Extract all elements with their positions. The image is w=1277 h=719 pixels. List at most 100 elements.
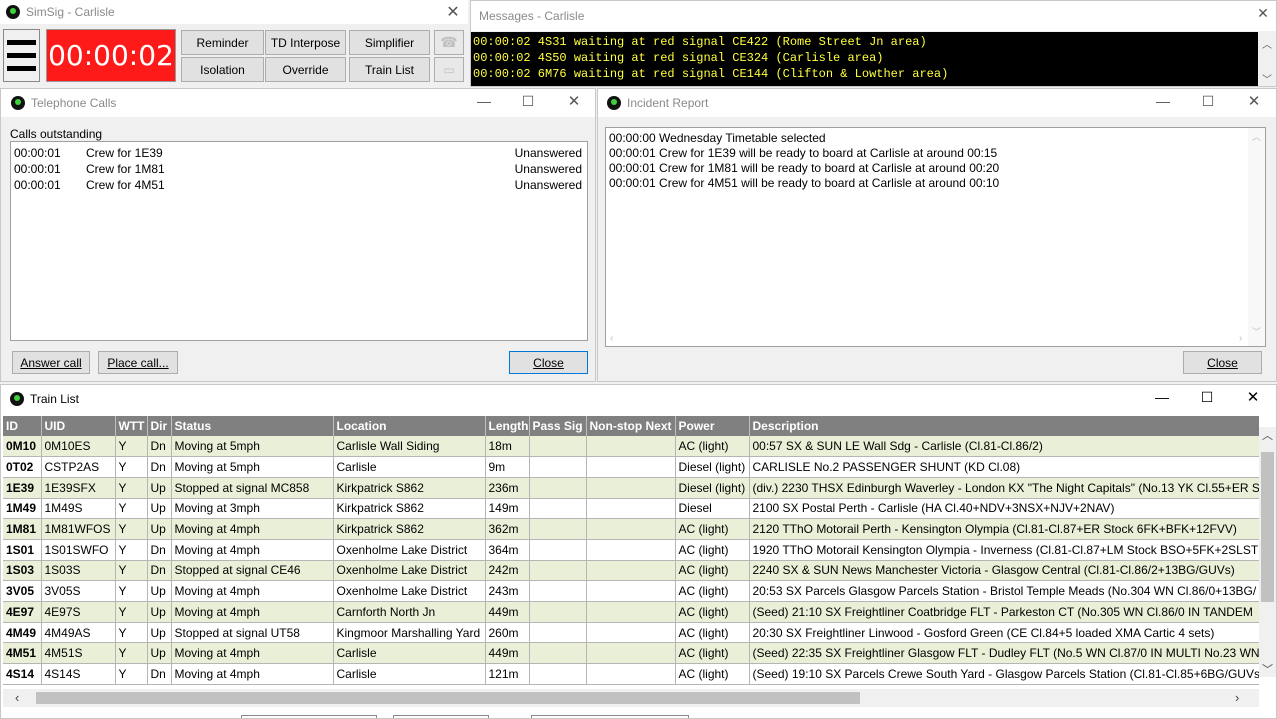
column-header-status[interactable]: Status	[171, 416, 334, 436]
close-icon[interactable]: ✕	[1249, 1, 1276, 25]
column-header-non-stop-next[interactable]: Non-stop Next	[586, 416, 676, 436]
cell-pass-sig	[529, 663, 587, 685]
table-row[interactable]: 1M49 1M49S Y Up Moving at 3mph Kirkpatrick S8…	[3, 498, 1259, 520]
calls-list[interactable]: 00:00:01 Crew for 1E39 Unanswered 00:00:…	[10, 141, 588, 341]
maximize-icon[interactable]: ☐	[1184, 385, 1230, 409]
column-header-power[interactable]: Power	[675, 416, 750, 436]
close-button[interactable]: Close	[1183, 351, 1262, 374]
menu-button[interactable]	[3, 29, 40, 82]
close-button[interactable]: Close	[509, 351, 588, 374]
cell-status: Moving at 4mph	[171, 663, 334, 685]
answer-call-button[interactable]: Answer call	[12, 351, 90, 374]
chevron-right-icon[interactable]: ›	[1235, 690, 1239, 705]
footer-field[interactable]	[393, 715, 489, 718]
minimize-icon[interactable]: —	[1139, 385, 1185, 409]
scroll-thumb[interactable]	[36, 692, 860, 704]
cell-non-stop-next	[586, 477, 676, 499]
column-header-description[interactable]: Description	[749, 416, 1259, 436]
incident-log[interactable]: 00:00:00 Wednesday Timetable selected 00…	[605, 127, 1266, 347]
cell-uid: 3V05S	[41, 580, 116, 602]
chevron-up-icon[interactable]: ︿	[1259, 427, 1276, 443]
chevron-up-icon[interactable]: ︿	[1248, 130, 1265, 143]
close-icon[interactable]: ✕	[551, 89, 595, 113]
table-row[interactable]: 1S03 1S03S Y Dn Stopped at signal CE46 Oxenho…	[3, 560, 1259, 582]
print-button[interactable]: ▭	[434, 57, 464, 82]
table-row[interactable]: 0M10 0M10ES Y Dn Moving at 5mph Carlisle Wall…	[3, 436, 1259, 458]
chevron-down-icon[interactable]: ﹀	[1259, 661, 1276, 677]
column-header-dir[interactable]: Dir	[147, 416, 172, 436]
maximize-icon[interactable]: ☐	[505, 89, 551, 113]
column-header-pass-sig[interactable]: Pass Sig	[529, 416, 587, 436]
train-list-button[interactable]: Train List	[349, 57, 430, 82]
cell-location: Kingmoor Marshalling Yard	[333, 622, 486, 644]
maximize-icon[interactable]: ☐	[1185, 89, 1231, 113]
table-row[interactable]: 0T02 CSTP2AS Y Dn Moving at 5mph Carlisle 9m Di…	[3, 456, 1259, 478]
table-row[interactable]: 1M81 1M81WFOS Y Up Moving at 4mph Kirkpatrick…	[3, 518, 1259, 540]
list-item[interactable]: 00:00:01 Crew for 1M81 Unanswered	[14, 162, 584, 178]
cell-status: Moving at 3mph	[171, 498, 334, 520]
cell-id: 1S01	[3, 539, 42, 561]
cell-wtt: Y	[115, 477, 148, 499]
chevron-down-icon[interactable]: ﹀	[1258, 71, 1276, 86]
column-header-length[interactable]: Length	[485, 416, 530, 436]
close-icon[interactable]: ✕	[1230, 385, 1276, 409]
cell-description: 20:53 SX Parcels Glasgow Parcels Station…	[749, 580, 1259, 602]
reminder-button[interactable]: Reminder	[181, 30, 264, 55]
column-header-id[interactable]: ID	[3, 416, 42, 436]
cell-uid: 4S14S	[41, 663, 116, 685]
place-call-button[interactable]: Place call...	[98, 351, 178, 374]
main-window-title: SimSig - Carlisle	[26, 5, 115, 19]
table-row[interactable]: 4M51 4M51S Y Up Moving at 4mph Carlisle 449m AC…	[3, 642, 1259, 665]
td-interpose-button[interactable]: TD Interpose	[265, 30, 346, 55]
cell-wtt: Y	[115, 663, 148, 685]
cell-dir: Up	[147, 622, 172, 644]
table-row[interactable]: 4M49 4M49AS Y Up Stopped at signal UT58 Kingm…	[3, 622, 1259, 644]
incident-scrollbar[interactable]: ︿ ﹀	[1248, 128, 1265, 346]
chevron-up-icon[interactable]: ︿	[1258, 36, 1276, 51]
list-item[interactable]: 00:00:01 Crew for 4M51 Unanswered	[14, 178, 584, 194]
train-list-hscroll[interactable]: ‹ ›	[3, 689, 1259, 707]
column-header-uid[interactable]: UID	[41, 416, 116, 436]
calls-outstanding-label: Calls outstanding	[10, 127, 103, 141]
cell-status: Moving at 4mph	[171, 580, 334, 602]
cell-status: Stopped at signal UT58	[171, 622, 334, 644]
scroll-thumb[interactable]	[1261, 452, 1274, 602]
column-header-location[interactable]: Location	[333, 416, 486, 436]
table-row[interactable]: 4S14 4S14S Y Dn Moving at 4mph Carlisle 121m AC…	[3, 663, 1259, 685]
minimize-icon[interactable]: —	[1140, 89, 1186, 113]
chevron-right-icon[interactable]: ›	[1239, 333, 1242, 344]
column-header-wtt[interactable]: WTT	[115, 416, 148, 436]
cell-wtt: Y	[115, 436, 148, 458]
footer-field[interactable]	[241, 715, 377, 718]
cell-length: 242m	[485, 560, 530, 582]
simplifier-button[interactable]: Simplifier	[349, 30, 430, 55]
cell-pass-sig	[529, 642, 587, 665]
cell-dir: Up	[147, 477, 172, 499]
cell-location: Carnforth North Jn	[333, 601, 486, 623]
table-row[interactable]: 1S01 1S01SWFO Y Dn Moving at 4mph Oxenholme L…	[3, 539, 1259, 561]
train-list-vscroll[interactable]: ︿ ﹀	[1259, 427, 1276, 677]
cell-length: 243m	[485, 580, 530, 602]
list-item[interactable]: 00:00:01 Crew for 1E39 Unanswered	[14, 146, 584, 162]
isolation-button[interactable]: Isolation	[181, 57, 264, 82]
cell-power: AC (light)	[675, 580, 750, 602]
chevron-left-icon[interactable]: ‹	[15, 690, 19, 705]
chevron-down-icon[interactable]: ﹀	[1248, 325, 1265, 338]
cell-description: 2240 SX & SUN News Manchester Victoria -…	[749, 560, 1259, 582]
footer-field[interactable]	[531, 715, 689, 718]
message-line: 00:00:02 6M76 waiting at red signal CE14…	[473, 67, 949, 81]
chevron-left-icon[interactable]: ‹	[610, 333, 613, 344]
table-row[interactable]: 4E97 4E97S Y Up Moving at 4mph Carnforth Nort…	[3, 601, 1259, 623]
table-row[interactable]: 3V05 3V05S Y Up Moving at 4mph Oxenholme Lake…	[3, 580, 1259, 602]
cell-status: Moving at 4mph	[171, 518, 334, 540]
cell-id: 1E39	[3, 477, 42, 499]
table-row[interactable]: 1E39 1E39SFX Y Up Stopped at signal MC858 Kir…	[3, 477, 1259, 499]
override-button[interactable]: Override	[265, 57, 346, 82]
message-line: 00:00:02 4S31 waiting at red signal CE42…	[473, 35, 927, 49]
minimize-icon[interactable]: —	[461, 89, 507, 113]
telephone-button[interactable]: ☎	[434, 30, 464, 55]
close-icon[interactable]: ✕	[430, 0, 468, 24]
messages-scrollbar[interactable]: ︿ ﹀	[1258, 32, 1276, 86]
cell-power: Diesel	[675, 498, 750, 520]
close-icon[interactable]: ✕	[1231, 89, 1276, 113]
